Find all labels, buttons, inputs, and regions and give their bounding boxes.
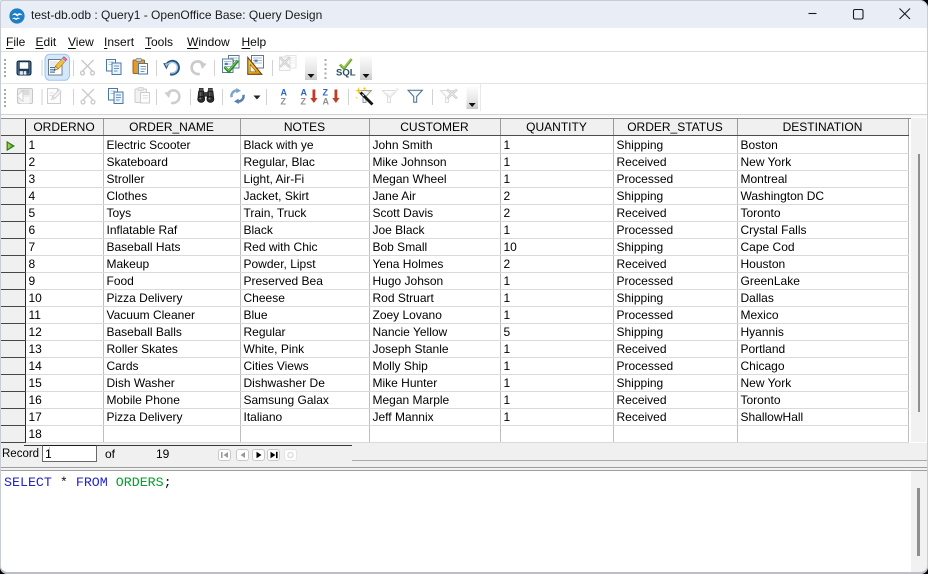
svg-text:Z: Z [281,97,287,107]
svg-text:SQL: SQL [336,68,356,79]
svg-text:Z: Z [301,97,307,107]
svg-text:A: A [323,97,330,107]
